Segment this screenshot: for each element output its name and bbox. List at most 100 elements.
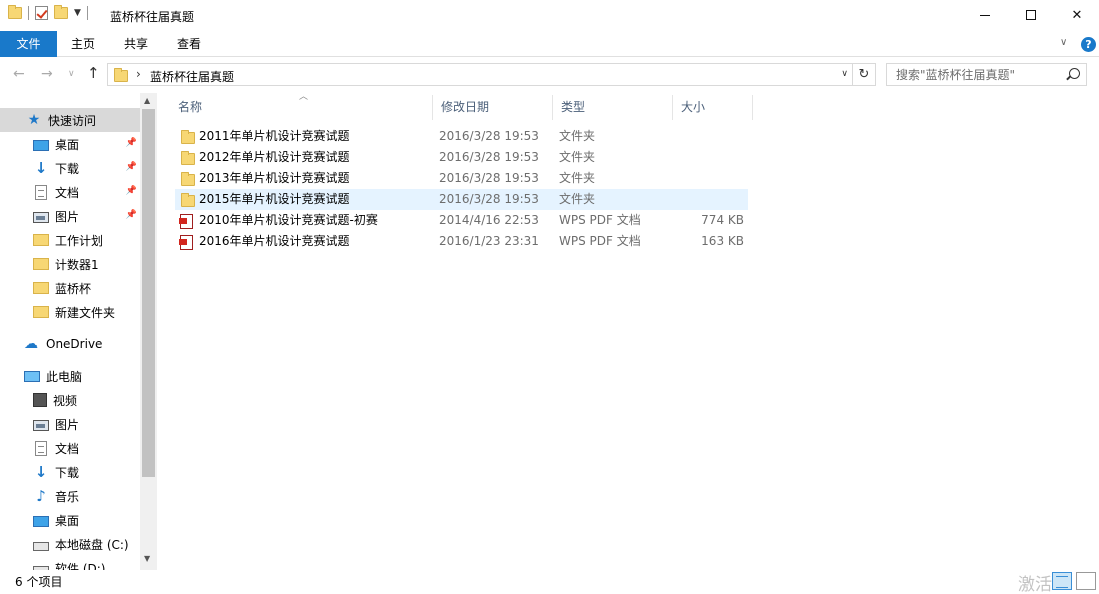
folder-icon: [181, 130, 195, 144]
sidebar-item-new-folder[interactable]: 新建文件夹: [0, 300, 140, 324]
file-type: 文件夹: [559, 192, 596, 206]
address-dropdown-icon[interactable]: ∨: [841, 69, 848, 79]
sidebar-item-onedrive[interactable]: ☁ OneDrive: [0, 332, 140, 356]
large-icons-view-button[interactable]: [1076, 572, 1096, 590]
navigation-bar: ← → ∨ ↑ › 蓝桥杯往届真题 ∨ ↻: [0, 57, 1099, 93]
file-row[interactable]: 2016年单片机设计竞赛试题 2016/1/23 23:31 WPS PDF 文…: [175, 231, 748, 252]
sidebar-item-pc-documents[interactable]: 文档: [0, 436, 140, 460]
file-type: WPS PDF 文档: [559, 213, 641, 227]
sidebar-item-disk-c[interactable]: 本地磁盘 (C:): [0, 532, 140, 556]
customize-toolbar-icon[interactable]: ▼: [74, 8, 81, 18]
up-button[interactable]: ↑: [87, 64, 100, 82]
toolbar-separator: [86, 6, 88, 20]
file-size: 774 KB: [701, 213, 744, 227]
toolbar-separator: [28, 6, 29, 20]
search-icon[interactable]: [1069, 68, 1080, 79]
file-date: 2016/3/28 19:53: [439, 192, 539, 206]
column-header-size[interactable]: 大小: [673, 95, 753, 120]
music-icon: ♪: [36, 487, 46, 505]
file-type: WPS PDF 文档: [559, 234, 641, 248]
refresh-icon: ↻: [858, 67, 870, 82]
scrollbar-thumb[interactable]: [142, 109, 155, 477]
sidebar-item-videos[interactable]: 视频: [0, 388, 140, 412]
file-name: 2012年单片机设计竞赛试题: [199, 150, 350, 164]
properties-icon[interactable]: [35, 6, 48, 20]
file-row[interactable]: 2013年单片机设计竞赛试题 2016/3/28 19:53 文件夹: [175, 168, 748, 189]
search-input[interactable]: [887, 64, 1062, 85]
new-folder-icon[interactable]: [54, 5, 68, 19]
breadcrumb-chevron-icon[interactable]: ›: [136, 67, 141, 81]
file-date: 2016/1/23 23:31: [439, 234, 539, 248]
breadcrumb-current[interactable]: 蓝桥杯往届真题: [150, 68, 234, 85]
file-type: 文件夹: [559, 129, 596, 143]
tab-view[interactable]: 查看: [171, 31, 207, 57]
item-count: 6 个项目: [15, 575, 63, 589]
expand-ribbon-icon[interactable]: ∨: [1060, 37, 1067, 48]
status-bar: 6 个项目 激活Wi: [0, 570, 1099, 594]
details-view-button[interactable]: [1052, 572, 1072, 590]
sidebar-item-pc-pictures[interactable]: 图片: [0, 412, 140, 436]
title-bar: ▼ 蓝桥杯往届真题 ✕: [0, 0, 1099, 31]
download-icon: ↓: [34, 463, 48, 481]
column-header-date[interactable]: 修改日期: [433, 95, 553, 120]
file-name: 2015年单片机设计竞赛试题: [199, 192, 350, 206]
folder-icon: [33, 282, 49, 294]
pictures-icon: [33, 211, 49, 223]
document-icon: [35, 184, 47, 200]
folder-icon: [181, 151, 195, 165]
forward-button[interactable]: →: [41, 66, 53, 82]
maximize-button[interactable]: [1008, 0, 1054, 30]
folder-icon: [33, 306, 49, 318]
quick-access-toolbar: ▼: [8, 5, 88, 20]
tab-file[interactable]: 文件: [0, 31, 57, 57]
sidebar-item-downloads[interactable]: ↓ 下载 📌: [0, 156, 140, 180]
refresh-button[interactable]: ↻: [853, 63, 876, 86]
sidebar-item-this-pc[interactable]: 此电脑: [0, 364, 140, 388]
file-type: 文件夹: [559, 171, 596, 185]
address-bar[interactable]: › 蓝桥杯往届真题 ∨: [107, 63, 853, 86]
file-row[interactable]: 2012年单片机设计竞赛试题 2016/3/28 19:53 文件夹: [175, 147, 748, 168]
tab-home[interactable]: 主页: [65, 31, 101, 57]
file-list: ︿ 名称 修改日期 类型 大小 2011年单片机设计竞赛试题 2016/3/28…: [170, 92, 1099, 570]
sidebar-scrollbar[interactable]: ▲ ▼: [140, 93, 157, 570]
scroll-down-icon[interactable]: ▼: [144, 554, 150, 563]
scroll-up-icon[interactable]: ▲: [144, 96, 150, 105]
navigation-pane: ★ 快速访问 桌面 📌 ↓ 下载 📌 文档 📌 图片 📌 工作计划 计数器1 蓝…: [0, 93, 157, 570]
file-size: [669, 126, 744, 147]
sidebar-item-pc-downloads[interactable]: ↓ 下载: [0, 460, 140, 484]
file-row-hovered[interactable]: 2015年单片机设计竞赛试题 2016/3/28 19:53 文件夹: [175, 189, 748, 210]
file-size: [669, 147, 744, 168]
sidebar-item-documents[interactable]: 文档 📌: [0, 180, 140, 204]
file-name: 2011年单片机设计竞赛试题: [199, 129, 350, 143]
sidebar-item-counter1[interactable]: 计数器1: [0, 252, 140, 276]
back-button[interactable]: ←: [13, 66, 25, 82]
cloud-icon: ☁: [24, 336, 38, 352]
sidebar-item-desktop[interactable]: 桌面 📌: [0, 132, 140, 156]
sidebar-item-music[interactable]: ♪ 音乐: [0, 484, 140, 508]
file-size: [669, 168, 744, 189]
help-icon[interactable]: ?: [1081, 37, 1096, 52]
recent-locations-icon[interactable]: ∨: [68, 69, 75, 79]
search-box[interactable]: [886, 63, 1087, 86]
minimize-button[interactable]: [962, 0, 1008, 30]
tab-share[interactable]: 共享: [118, 31, 154, 57]
file-date: 2016/3/28 19:53: [439, 171, 539, 185]
sidebar-item-pictures[interactable]: 图片 📌: [0, 204, 140, 228]
pin-icon: 📌: [125, 186, 137, 196]
column-header-type[interactable]: 类型: [553, 95, 673, 120]
file-size: 163 KB: [701, 234, 744, 248]
column-header-name[interactable]: 名称: [170, 95, 433, 120]
sidebar-item-quick-access[interactable]: ★ 快速访问: [0, 108, 140, 132]
pin-icon: 📌: [125, 162, 137, 172]
sidebar-item-pc-desktop[interactable]: 桌面: [0, 508, 140, 532]
file-row[interactable]: 2010年单片机设计竞赛试题-初赛 2014/4/16 22:53 WPS PD…: [175, 210, 748, 231]
sidebar-item-lanqiao[interactable]: 蓝桥杯: [0, 276, 140, 300]
sidebar-item-disk-d[interactable]: 软件 (D:): [0, 556, 140, 570]
sidebar-item-work-plan[interactable]: 工作计划: [0, 228, 140, 252]
file-row[interactable]: 2011年单片机设计竞赛试题 2016/3/28 19:53 文件夹: [175, 126, 748, 147]
video-icon: [33, 393, 47, 407]
close-button[interactable]: ✕: [1054, 0, 1099, 30]
folder-icon: [33, 234, 49, 246]
folder-icon: [181, 193, 195, 207]
file-date: 2016/3/28 19:53: [439, 150, 539, 164]
